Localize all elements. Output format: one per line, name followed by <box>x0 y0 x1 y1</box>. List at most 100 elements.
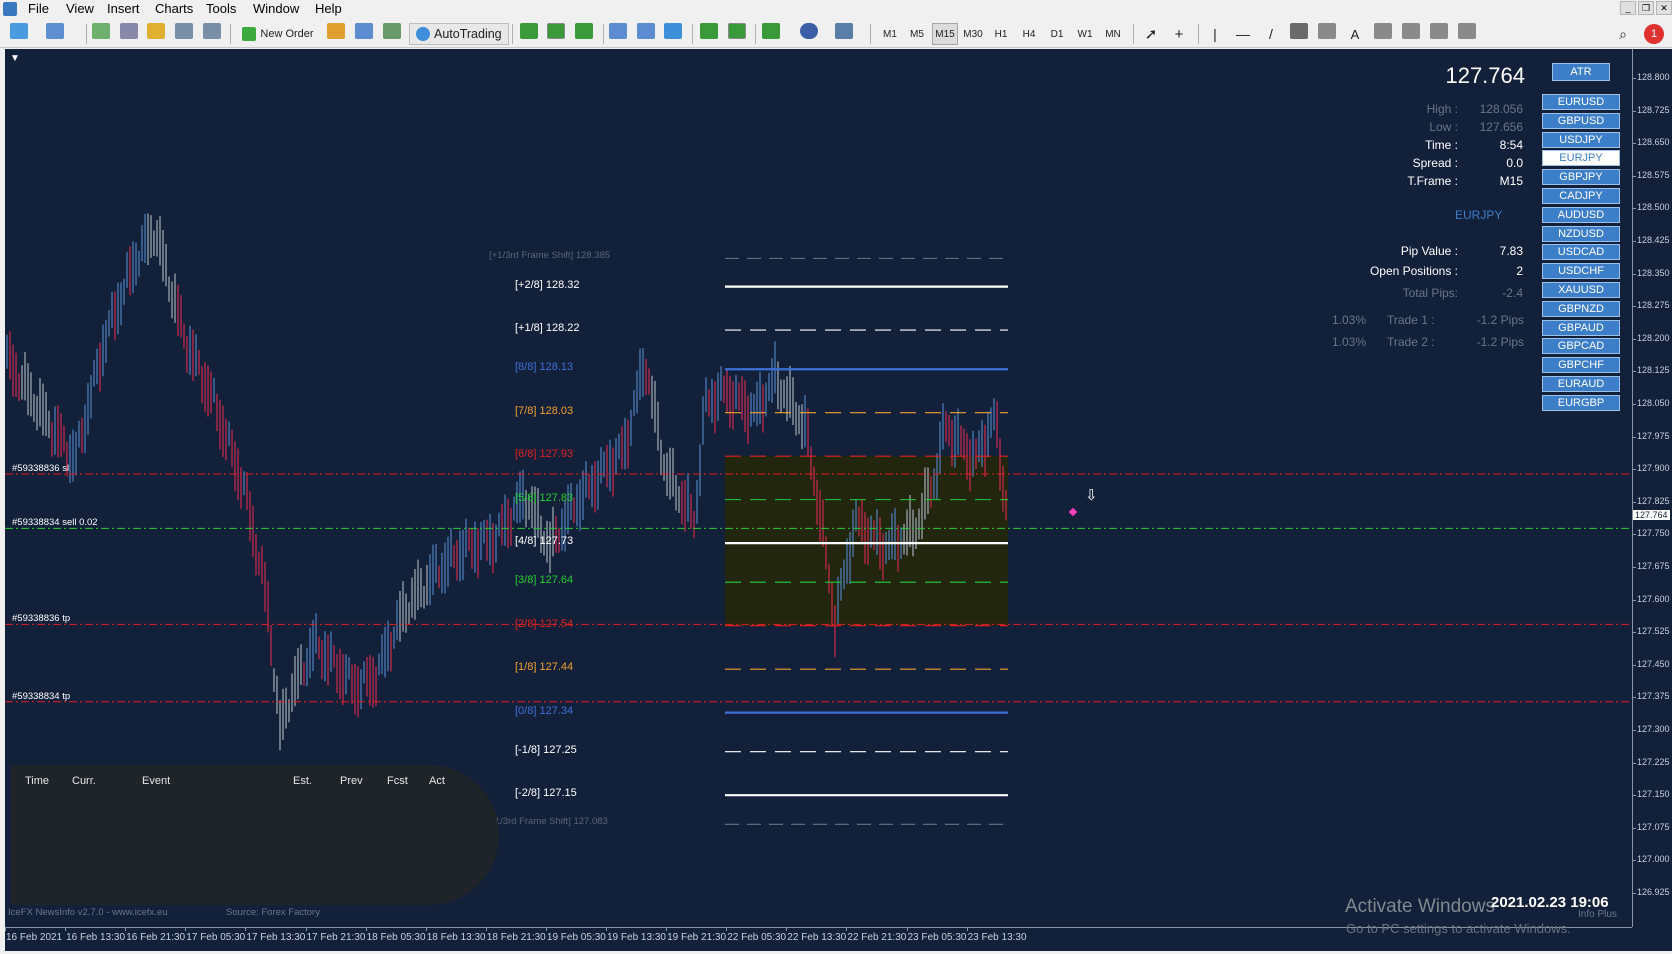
time-value: 8:54 <box>1499 138 1523 152</box>
pair-button-euraud[interactable]: EURAUD <box>1542 376 1620 392</box>
trade-1-pips: -1.2 Pips <box>1476 313 1524 327</box>
gann-icon[interactable] <box>1318 23 1336 39</box>
timeframe-mn[interactable]: MN <box>1100 23 1126 45</box>
new-order-button[interactable]: New Order <box>238 23 318 45</box>
search-icon[interactable]: ⌕ <box>1614 23 1632 45</box>
arrows-icon[interactable] <box>1458 23 1476 39</box>
murrey-tag: [5/8] <box>515 491 537 504</box>
chart-window[interactable]: ▼ [+1/3rd Frame Shift] 128.385 [+2/8] 128… <box>5 49 1672 951</box>
timeframe-m1[interactable]: M1 <box>877 23 903 45</box>
autotrading-button[interactable]: AutoTrading <box>409 23 509 45</box>
menu-window[interactable]: Window <box>253 1 299 16</box>
zoom-out-icon[interactable] <box>637 23 655 39</box>
periods-icon[interactable] <box>800 23 818 39</box>
pair-button-gbpusd[interactable]: GBPUSD <box>1542 112 1620 129</box>
pair-button-cadjpy[interactable]: CADJPY <box>1542 188 1620 204</box>
cursor-icon[interactable]: ➚ <box>1142 23 1160 45</box>
spread-value: 0.0 <box>1506 156 1523 170</box>
market-icon[interactable] <box>355 23 373 39</box>
menu-help[interactable]: Help <box>315 1 342 16</box>
pair-button-usdcad[interactable]: USDCAD <box>1542 244 1620 261</box>
timeframe-h4[interactable]: H4 <box>1016 23 1042 45</box>
pair-button-gbpaud[interactable]: GBPAUD <box>1542 319 1620 336</box>
market-watch-icon[interactable] <box>92 23 110 39</box>
timeframe-m15[interactable]: M15 <box>932 23 958 45</box>
time-tick: 18 Feb 21:30 <box>486 932 546 943</box>
line-chart-icon[interactable] <box>575 23 593 39</box>
murrey-label-0: [+1/3rd Frame Shift] 128.385 <box>489 250 610 261</box>
pair-button-eurgbp[interactable]: EURGBP <box>1542 394 1620 411</box>
timeframe-m5[interactable]: M5 <box>904 23 930 45</box>
time-tick-mark <box>726 927 728 931</box>
crosshair-icon[interactable]: + <box>1170 23 1188 45</box>
profiles-icon[interactable] <box>46 23 64 39</box>
pair-button-usdchf[interactable]: USDCHF <box>1542 263 1620 280</box>
pair-button-eurjpy[interactable]: EURJPY <box>1542 150 1620 167</box>
price-tick: 127.225 <box>1637 756 1670 767</box>
navigator-icon[interactable] <box>147 23 165 39</box>
murrey-label-10: [1/8] 127.44 <box>515 661 573 673</box>
zoom-in-icon[interactable] <box>609 23 627 39</box>
timeframe-d1[interactable]: D1 <box>1044 23 1070 45</box>
pair-button-gbpchf[interactable]: GBPCHF <box>1542 357 1620 374</box>
price-tick: 126.925 <box>1637 887 1670 897</box>
timeframe-h1[interactable]: H1 <box>988 23 1014 45</box>
bar-chart-icon[interactable] <box>520 23 538 39</box>
murrey-label-3: [8/8] 128.13 <box>515 361 573 373</box>
menu-view[interactable]: View <box>66 1 94 16</box>
metaeditor-icon[interactable] <box>327 23 345 39</box>
fibonacci-icon[interactable] <box>1290 23 1308 39</box>
order-label-2: #59338836 tp <box>12 613 71 625</box>
new-chart-icon[interactable] <box>10 23 28 39</box>
pair-button-audusd[interactable]: AUDUSD <box>1542 206 1620 223</box>
pair-button-eurusd[interactable]: EURUSD <box>1542 94 1620 110</box>
pair-button-gbpnzd[interactable]: GBPNZD <box>1542 300 1620 317</box>
horizontal-line-icon[interactable]: — <box>1234 23 1252 45</box>
vertical-line-icon[interactable]: | <box>1206 23 1224 45</box>
murrey-label-7: [4/8] 127.73 <box>515 535 573 547</box>
time-tick-mark <box>966 927 968 931</box>
rectangle-icon[interactable] <box>1402 23 1420 39</box>
pip-value: 7.83 <box>1499 244 1523 258</box>
time-tick: 22 Feb 21:30 <box>847 932 907 943</box>
terminal-icon[interactable] <box>175 23 193 39</box>
price-tick-mark <box>1632 599 1636 601</box>
timeframe-w1[interactable]: W1 <box>1072 23 1098 45</box>
autoscroll-icon[interactable] <box>700 23 718 39</box>
chart-shift-icon[interactable] <box>728 23 746 39</box>
pair-button-nzdusd[interactable]: NZDUSD <box>1542 225 1620 242</box>
chart-menu-arrow-icon[interactable]: ▼ <box>10 53 20 64</box>
templates-icon[interactable] <box>835 23 853 39</box>
minimize-icon[interactable]: _ <box>1620 1 1636 15</box>
menu-insert[interactable]: Insert <box>107 1 140 16</box>
menu-tools[interactable]: Tools <box>206 1 236 16</box>
indicators-icon[interactable] <box>762 23 780 39</box>
triangle-icon[interactable] <box>1430 23 1448 39</box>
timeframe-m30[interactable]: M30 <box>960 23 986 45</box>
menu-charts[interactable]: Charts <box>155 1 193 16</box>
restore-icon[interactable]: ❐ <box>1638 1 1654 15</box>
menu-file[interactable]: File <box>28 1 49 16</box>
price-tick-mark <box>1632 208 1636 210</box>
pair-button-xauusd[interactable]: XAUUSD <box>1542 282 1620 298</box>
order-label-3: #59338834 tp <box>12 690 71 702</box>
pair-button-gbpjpy[interactable]: GBPJPY <box>1542 169 1620 186</box>
pair-button-usdjpy[interactable]: USDJPY <box>1542 131 1620 148</box>
pair-button-gbpcad[interactable]: GBPCAD <box>1542 338 1620 355</box>
signals-icon[interactable] <box>383 23 401 39</box>
candlestick-icon[interactable] <box>547 23 565 39</box>
time-tick-mark <box>425 927 427 931</box>
atr-button[interactable]: ATR <box>1552 63 1610 81</box>
time-tick-mark <box>846 927 848 931</box>
murrey-price: 127.64 <box>539 574 574 587</box>
text-icon[interactable]: A <box>1346 23 1364 45</box>
text-label-icon[interactable] <box>1374 23 1392 39</box>
down-arrow-icon: ⇩ <box>1085 487 1098 504</box>
close-icon[interactable]: ✕ <box>1656 1 1672 15</box>
trendline-icon[interactable]: / <box>1262 23 1280 45</box>
tile-windows-icon[interactable] <box>664 23 682 39</box>
data-window-icon[interactable] <box>120 23 138 39</box>
price-tick: 128.650 <box>1637 137 1670 148</box>
strategy-tester-icon[interactable] <box>203 23 221 39</box>
notification-badge[interactable]: 1 <box>1644 24 1664 44</box>
